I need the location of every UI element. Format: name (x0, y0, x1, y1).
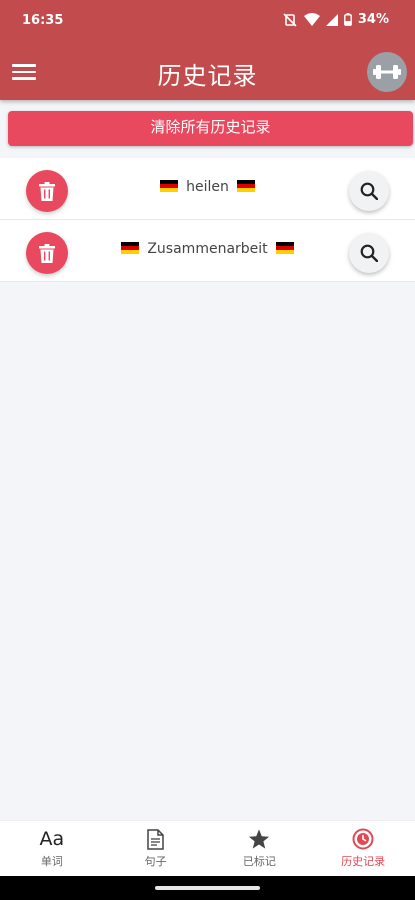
gesture-bar (0, 876, 415, 900)
tab-label: 句子 (144, 855, 167, 868)
history-list: heilen Zusammenarbeit (0, 158, 415, 282)
list-item: heilen (0, 158, 415, 220)
tab-label: 历史记录 (341, 855, 386, 868)
star-icon (248, 827, 270, 851)
status-icons: 34% (282, 12, 389, 27)
trash-icon (39, 243, 55, 263)
tab-bookmarked[interactable]: 已标记 (208, 821, 312, 876)
battery-percent: 34% (357, 12, 389, 27)
tab-label: 单词 (40, 855, 63, 868)
search-icon (360, 182, 378, 200)
dumbbell-icon (373, 65, 401, 79)
document-icon (147, 827, 164, 851)
germany-flag-icon (120, 242, 139, 254)
delete-button[interactable] (26, 170, 68, 212)
tab-sentences[interactable]: 句子 (104, 821, 208, 876)
signal-icon (325, 13, 338, 26)
vibrate-off-icon (283, 12, 297, 27)
history-word[interactable]: Zusammenarbeit (70, 241, 345, 257)
list-item: Zusammenarbeit (0, 220, 415, 282)
germany-flag-icon (159, 180, 178, 192)
page-title: 历史记录 (157, 62, 258, 90)
battery-icon (343, 13, 352, 26)
tab-words[interactable]: Aa 单词 (0, 821, 104, 876)
history-word[interactable]: heilen (70, 179, 345, 195)
gym-button[interactable] (367, 52, 407, 92)
trash-icon (39, 181, 55, 201)
history-icon (352, 827, 374, 851)
germany-flag-icon (237, 180, 256, 192)
letters-aa-icon: Aa (39, 828, 65, 850)
word-text: heilen (186, 179, 229, 195)
tab-label: 已标记 (242, 855, 276, 868)
home-indicator[interactable] (155, 886, 260, 890)
word-text: Zusammenarbeit (147, 241, 268, 257)
germany-flag-icon (276, 242, 295, 254)
search-button[interactable] (349, 233, 389, 273)
delete-button[interactable] (26, 232, 68, 274)
bottom-navigation: Aa 单词 句子 已标记 历史记录 (0, 820, 415, 876)
wifi-icon (303, 13, 320, 26)
tab-history[interactable]: 历史记录 (311, 821, 415, 876)
status-time: 16:35 (22, 13, 64, 28)
top-bar: 16:35 34% 历史记录 (0, 0, 415, 100)
clear-history-button[interactable]: 清除所有历史记录 (8, 111, 413, 146)
search-button[interactable] (349, 171, 389, 211)
status-bar: 16:35 34% (0, 0, 415, 40)
search-icon (360, 244, 378, 262)
